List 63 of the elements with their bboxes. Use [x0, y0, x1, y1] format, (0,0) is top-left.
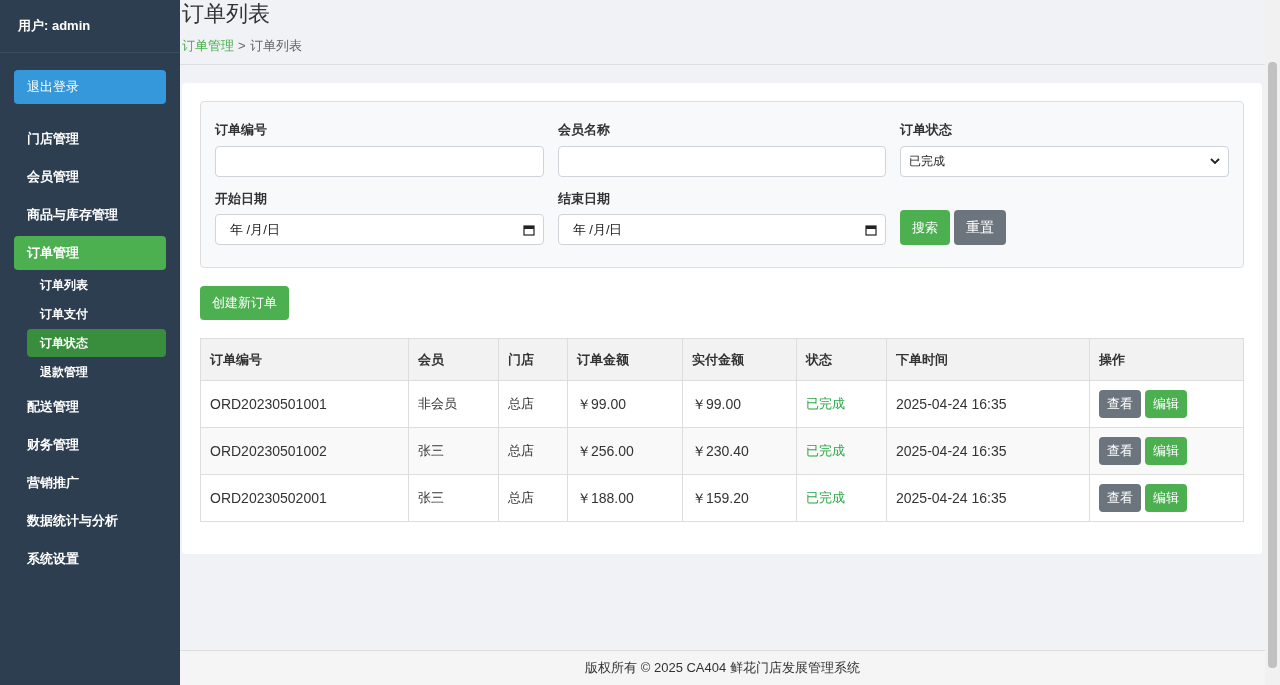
- footer-text: 版权所有 © 2025 CA404 鲜花门店发展管理系统: [585, 659, 860, 678]
- sub-nav-item[interactable]: 订单状态: [27, 329, 166, 357]
- sub-nav-item[interactable]: 退款管理: [27, 358, 166, 386]
- column-header: 门店: [498, 338, 568, 381]
- calendar-icon: [522, 223, 535, 236]
- field-label: 结束日期: [557, 189, 611, 208]
- table-cell: ￥99.00: [567, 380, 683, 428]
- view-button[interactable]: 查看: [1099, 390, 1141, 418]
- table-cell: 非会员: [408, 380, 499, 428]
- user-label: 用户: admin: [18, 17, 91, 36]
- table-cell: ORD20230501002: [200, 427, 409, 475]
- status-cell: 已完成: [796, 427, 887, 475]
- table-cell: ORD20230501001: [200, 380, 409, 428]
- field-label: 会员名称: [557, 121, 611, 139]
- column-header: 订单编号: [200, 338, 409, 381]
- column-header: 会员: [408, 338, 499, 381]
- nav-item[interactable]: 会员管理: [14, 160, 166, 194]
- view-button[interactable]: 查看: [1099, 484, 1141, 512]
- status-cell: 已完成: [796, 380, 887, 428]
- table-cell: 2025-04-24 16:35: [886, 427, 1090, 475]
- field-label: 订单状态: [900, 121, 954, 139]
- table-cell: 2025-04-24 16:35: [886, 380, 1090, 428]
- status-cell: 已完成: [796, 474, 887, 522]
- text-field[interactable]: [557, 145, 887, 177]
- page-title: 订单列表: [182, 0, 271, 28]
- breadcrumb-separator: >: [238, 37, 246, 55]
- column-header: 订单金额: [567, 338, 683, 381]
- table-cell: 张三: [408, 474, 499, 522]
- table-cell: ORD20230502001: [200, 474, 409, 522]
- sub-nav-item[interactable]: 订单支付: [27, 300, 166, 328]
- nav-item[interactable]: 商品与库存管理: [14, 198, 166, 232]
- nav-item[interactable]: 系统设置: [14, 542, 166, 576]
- table-cell: 总店: [498, 474, 568, 522]
- table-cell: ￥230.40: [682, 427, 797, 475]
- table-cell: 2025-04-24 16:35: [886, 474, 1090, 522]
- nav-item[interactable]: 配送管理: [14, 390, 166, 424]
- date-field[interactable]: 年 /月/日: [557, 214, 887, 245]
- column-header: 实付金额: [682, 338, 797, 381]
- nav-item[interactable]: 营销推广: [14, 466, 166, 500]
- column-header: 操作: [1089, 338, 1244, 381]
- table-cell: ￥256.00: [567, 427, 683, 475]
- status-select[interactable]: 已完成: [900, 145, 1229, 177]
- chevron-down-icon: [1210, 157, 1220, 165]
- table-cell: 总店: [498, 380, 568, 428]
- view-button[interactable]: 查看: [1099, 437, 1141, 465]
- table-cell: ￥188.00: [567, 474, 683, 522]
- nav-item[interactable]: 数据统计与分析: [14, 504, 166, 538]
- text-field[interactable]: [215, 145, 544, 177]
- field-label: 订单编号: [215, 121, 268, 139]
- nav-item[interactable]: 财务管理: [14, 428, 166, 462]
- calendar-icon: [865, 223, 878, 236]
- field-label: 开始日期: [215, 189, 268, 208]
- table-cell: ￥99.00: [682, 380, 797, 428]
- column-header: 状态: [796, 338, 887, 381]
- date-field[interactable]: 年 /月/日: [215, 214, 544, 245]
- table-cell: 张三: [408, 427, 499, 475]
- column-header: 下单时间: [886, 338, 1090, 381]
- table-cell: 总店: [498, 427, 568, 475]
- sub-nav-item[interactable]: 订单列表: [27, 271, 166, 299]
- breadcrumb-current: 订单列表: [249, 37, 302, 55]
- table-cell: ￥159.20: [682, 474, 797, 522]
- nav-item[interactable]: 门店管理: [14, 122, 166, 156]
- reset-button[interactable]: 重置: [954, 210, 1007, 245]
